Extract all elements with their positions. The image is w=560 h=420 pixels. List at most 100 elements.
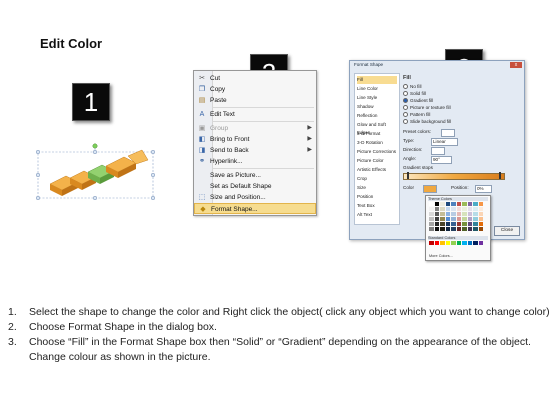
color-swatch[interactable] xyxy=(478,207,483,211)
menu-item-send-to-back[interactable]: ◨ Send to Back ▶ xyxy=(194,145,316,156)
dialog-close-icon[interactable]: x xyxy=(510,62,522,68)
color-swatch[interactable] xyxy=(440,241,445,245)
nav-item-picture-corrections[interactable]: Picture Corrections xyxy=(357,148,397,156)
color-swatch[interactable] xyxy=(440,212,445,216)
color-swatch[interactable] xyxy=(429,217,434,221)
resize-handle[interactable] xyxy=(92,195,98,201)
color-swatch[interactable] xyxy=(467,241,472,245)
color-swatch[interactable] xyxy=(456,212,461,216)
color-swatch[interactable] xyxy=(451,222,456,226)
color-swatch[interactable] xyxy=(473,212,478,216)
nav-item-line-style[interactable]: Line Style xyxy=(357,94,397,102)
rotate-handle[interactable] xyxy=(92,143,98,149)
nav-item-picture-color[interactable]: Picture Color xyxy=(357,157,397,165)
color-swatch[interactable] xyxy=(434,212,439,216)
color-swatch[interactable] xyxy=(473,202,478,206)
selected-arrow-shape[interactable] xyxy=(28,140,163,206)
color-swatch[interactable] xyxy=(440,217,445,221)
nav-item-artistic-effects[interactable]: Artistic Effects xyxy=(357,166,397,174)
color-swatch[interactable] xyxy=(451,217,456,221)
nav-item-position[interactable]: Position xyxy=(357,193,397,201)
radio-pattern-fill[interactable]: Pattern fill xyxy=(403,112,430,118)
nav-item-3d-format[interactable]: 3-D Format xyxy=(357,130,397,138)
color-swatch[interactable] xyxy=(467,212,472,216)
color-swatch[interactable] xyxy=(451,227,456,231)
angle-input[interactable]: 90° xyxy=(431,156,452,164)
menu-item-edit-text[interactable]: A Edit Text xyxy=(194,109,316,120)
menu-item-group[interactable]: ▣ Group ▶ xyxy=(194,123,316,134)
color-swatch[interactable] xyxy=(445,202,450,206)
resize-handle[interactable] xyxy=(150,149,156,155)
color-swatch[interactable] xyxy=(473,227,478,231)
color-swatch[interactable] xyxy=(434,202,439,206)
color-swatch[interactable] xyxy=(473,222,478,226)
color-swatch[interactable] xyxy=(462,202,467,206)
color-swatch[interactable] xyxy=(429,207,434,211)
color-swatch[interactable] xyxy=(462,217,467,221)
color-swatch[interactable] xyxy=(478,227,483,231)
color-swatch[interactable] xyxy=(445,241,450,245)
direction-dropdown[interactable] xyxy=(431,147,445,155)
color-swatch[interactable] xyxy=(473,217,478,221)
menu-item-bring-to-front[interactable]: ◧ Bring to Front ▶ xyxy=(194,134,316,145)
resize-handle[interactable] xyxy=(150,172,156,178)
resize-handle[interactable] xyxy=(35,195,41,201)
menu-item-save-as-picture[interactable]: Save as Picture... xyxy=(194,170,316,181)
color-swatch[interactable] xyxy=(467,217,472,221)
color-swatch[interactable] xyxy=(462,212,467,216)
nav-item-shadow[interactable]: Shadow xyxy=(357,103,397,111)
gradient-stops-bar[interactable] xyxy=(403,173,505,180)
color-swatch[interactable] xyxy=(456,241,461,245)
color-swatch[interactable] xyxy=(434,222,439,226)
color-swatch[interactable] xyxy=(451,241,456,245)
radio-slide-background-fill[interactable]: Slide background fill xyxy=(403,119,451,125)
color-swatch[interactable] xyxy=(462,241,467,245)
color-swatch[interactable] xyxy=(473,207,478,211)
color-swatch[interactable] xyxy=(478,212,483,216)
color-swatch[interactable] xyxy=(473,241,478,245)
menu-item-set-default-shape[interactable]: Set as Default Shape xyxy=(194,181,316,192)
more-colors-link[interactable]: More Colors... xyxy=(429,254,453,258)
color-swatch[interactable] xyxy=(445,227,450,231)
color-swatch[interactable] xyxy=(467,202,472,206)
close-button[interactable]: Close xyxy=(494,226,520,236)
color-swatch[interactable] xyxy=(451,207,456,211)
type-dropdown[interactable]: Linear xyxy=(431,138,458,146)
menu-item-cut[interactable]: ✂ Cut xyxy=(194,73,316,84)
resize-handle[interactable] xyxy=(150,195,156,201)
color-swatch[interactable] xyxy=(445,217,450,221)
color-swatch[interactable] xyxy=(434,207,439,211)
nav-item-alt-text[interactable]: Alt Text xyxy=(357,211,397,219)
radio-no-fill[interactable]: No fill xyxy=(403,84,422,90)
color-swatch[interactable] xyxy=(456,207,461,211)
color-swatch[interactable] xyxy=(478,222,483,226)
radio-solid-fill[interactable]: Solid fill xyxy=(403,91,426,97)
color-swatch[interactable] xyxy=(467,207,472,211)
nav-item-text-box[interactable]: Text Box xyxy=(357,202,397,210)
menu-item-size-position[interactable]: ⬚ Size and Position... xyxy=(194,192,316,203)
color-swatch[interactable] xyxy=(429,222,434,226)
color-swatch[interactable] xyxy=(462,227,467,231)
color-swatch[interactable] xyxy=(467,227,472,231)
color-swatch[interactable] xyxy=(445,222,450,226)
color-swatch[interactable] xyxy=(445,212,450,216)
arrow-shape-graphic[interactable] xyxy=(28,140,163,206)
color-swatch[interactable] xyxy=(434,241,439,245)
gradient-stop-handle[interactable] xyxy=(407,172,409,179)
nav-item-3d-rotation[interactable]: 3-D Rotation xyxy=(357,139,397,147)
resize-handle[interactable] xyxy=(35,149,41,155)
color-swatch[interactable] xyxy=(478,202,483,206)
color-swatch[interactable] xyxy=(456,227,461,231)
menu-item-format-shape[interactable]: ◆ Format Shape... xyxy=(194,203,316,214)
color-swatch[interactable] xyxy=(434,227,439,231)
nav-item-line-color[interactable]: Line Color xyxy=(357,85,397,93)
menu-item-hyperlink[interactable]: ⚭ Hyperlink... xyxy=(194,156,316,167)
menu-item-paste[interactable]: ▤ Paste xyxy=(194,95,316,106)
color-swatch[interactable] xyxy=(440,222,445,226)
color-swatch[interactable] xyxy=(429,241,434,245)
position-input[interactable]: 0% xyxy=(475,185,492,193)
preset-colors-dropdown[interactable] xyxy=(441,129,455,137)
color-swatch[interactable] xyxy=(429,227,434,231)
color-swatch[interactable] xyxy=(440,227,445,231)
color-swatch[interactable] xyxy=(467,222,472,226)
